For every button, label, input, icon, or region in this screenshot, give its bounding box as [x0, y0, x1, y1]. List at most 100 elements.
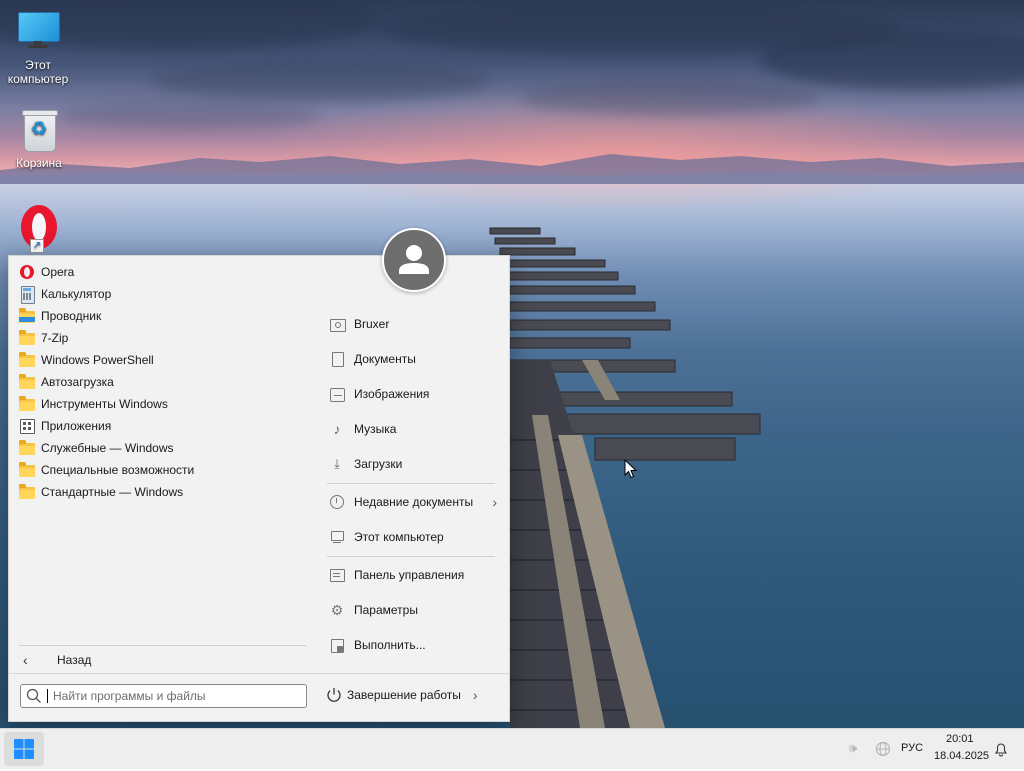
- program-item-7zip[interactable]: 7-Zip: [19, 327, 309, 349]
- cloud: [520, 80, 820, 116]
- program-label: Opera: [41, 265, 75, 279]
- folder-icon: [19, 330, 35, 346]
- desktop-icon-recycle-bin[interactable]: ♻ Корзина: [1, 108, 77, 170]
- document-icon: [329, 351, 345, 367]
- chevron-right-icon: ›: [472, 687, 478, 703]
- program-item-opera[interactable]: Opera: [19, 261, 309, 283]
- program-label: Проводник: [41, 309, 102, 323]
- back-label: Назад: [57, 653, 92, 667]
- cloud: [150, 60, 490, 100]
- recent-icon: [329, 494, 345, 510]
- place-item-this-pc[interactable]: Этот компьютер: [327, 524, 497, 550]
- program-label: Служебные — Windows: [41, 441, 174, 455]
- program-label: Специальные возможности: [41, 463, 195, 477]
- volume-icon[interactable]: 🕪: [849, 740, 857, 756]
- cloud: [60, 100, 320, 130]
- shutdown-label: Завершение работы: [347, 688, 461, 702]
- place-item-pictures[interactable]: Изображения: [327, 381, 497, 407]
- place-label: Недавние документы: [354, 495, 474, 509]
- apps-icon: [19, 418, 35, 434]
- start-button[interactable]: [4, 732, 44, 766]
- search-placeholder: Найти программы и файлы: [53, 689, 206, 703]
- program-item-explorer[interactable]: Проводник: [19, 305, 309, 327]
- place-label: Документы: [354, 352, 416, 366]
- place-label: Изображения: [354, 387, 430, 401]
- place-label: Выполнить...: [354, 638, 426, 652]
- calculator-icon: [19, 286, 35, 304]
- folder-icon: [19, 440, 35, 456]
- clock-time[interactable]: 20:01: [946, 733, 974, 745]
- program-label: 7-Zip: [41, 331, 69, 345]
- desktop-icon-this-pc[interactable]: Этот компьютер: [0, 10, 76, 86]
- mouse-cursor-icon: [624, 459, 638, 479]
- place-item-control-panel[interactable]: Панель управления: [327, 562, 497, 588]
- place-item-downloads[interactable]: ⤓ Загрузки: [327, 451, 497, 477]
- program-item-system-tools[interactable]: Служебные — Windows: [19, 437, 309, 459]
- clock-date[interactable]: 18.04.2025: [934, 750, 989, 762]
- place-label: Загрузки: [354, 457, 403, 471]
- download-icon: ⤓: [334, 456, 340, 471]
- language-indicator[interactable]: РУС: [901, 742, 923, 754]
- computer-icon: [329, 529, 345, 545]
- place-item-run[interactable]: Выполнить...: [327, 632, 497, 658]
- power-icon: [327, 688, 341, 702]
- program-item-calculator[interactable]: Калькулятор: [19, 283, 309, 305]
- place-label: Музыка: [354, 422, 397, 436]
- folder-icon: [19, 352, 35, 368]
- program-item-powershell[interactable]: Windows PowerShell: [19, 349, 309, 371]
- desktop-icon-opera[interactable]: ↗: [1, 205, 77, 253]
- desktop-icon-label: Корзина: [16, 156, 62, 170]
- program-item-accessories[interactable]: Стандартные — Windows: [19, 481, 309, 503]
- network-icon[interactable]: [875, 741, 891, 757]
- divider: [19, 645, 306, 646]
- place-label: Параметры: [354, 603, 418, 617]
- back-button[interactable]: ‹ Назад: [23, 650, 91, 670]
- taskbar: 🕪 РУС 20:01 18.04.2025: [0, 728, 1024, 769]
- recycle-bin-icon: ♻: [17, 108, 61, 152]
- start-menu: Opera Калькулятор Проводник 7-Zip Window…: [8, 228, 510, 722]
- user-folder-icon: [329, 316, 346, 332]
- notification-bell-icon[interactable]: [993, 741, 1009, 757]
- chevron-left-icon: ‹: [23, 652, 28, 668]
- shortcut-arrow-icon: ↗: [30, 239, 44, 253]
- shutdown-button[interactable]: Завершение работы ›: [325, 684, 478, 706]
- monitor-icon: [16, 10, 60, 54]
- settings-icon: ⚙: [330, 602, 344, 618]
- place-label: Панель управления: [354, 568, 465, 582]
- folder-icon: [19, 396, 35, 412]
- program-label: Калькулятор: [41, 287, 112, 301]
- folder-icon: [19, 374, 35, 390]
- program-label: Стандартные — Windows: [41, 485, 184, 499]
- place-item-documents[interactable]: Документы: [327, 346, 497, 372]
- program-label: Инструменты Windows: [41, 397, 168, 411]
- image-icon: [329, 386, 345, 402]
- program-item-accessibility[interactable]: Специальные возможности: [19, 459, 309, 481]
- explorer-icon: [19, 308, 35, 324]
- music-icon: ♪: [333, 421, 341, 437]
- program-label: Автозагрузка: [41, 375, 114, 389]
- folder-icon: [19, 484, 35, 500]
- search-icon: [26, 688, 41, 703]
- run-icon: [329, 637, 345, 653]
- place-item-recent-documents[interactable]: Недавние документы ›: [327, 489, 497, 515]
- text-caret: [47, 689, 48, 703]
- programs-pane: Opera Калькулятор Проводник 7-Zip Window…: [9, 256, 314, 668]
- search-input[interactable]: Найти программы и файлы: [20, 684, 307, 708]
- places-pane: Bruxer Документы Изображения ♪ Музыка ⤓ …: [327, 256, 497, 666]
- place-item-settings[interactable]: ⚙ Параметры: [327, 597, 497, 623]
- program-item-apps[interactable]: Приложения: [19, 415, 309, 437]
- divider: [327, 556, 495, 557]
- divider: [327, 483, 495, 484]
- chevron-right-icon: ›: [492, 494, 497, 510]
- place-item-music[interactable]: ♪ Музыка: [327, 416, 497, 442]
- program-item-startup[interactable]: Автозагрузка: [19, 371, 309, 393]
- desktop-icon-label: компьютер: [7, 72, 69, 86]
- mountains: [0, 154, 1024, 184]
- place-item-user-folder[interactable]: Bruxer: [327, 311, 497, 337]
- windows-logo-icon: [14, 739, 34, 759]
- place-label: Bruxer: [354, 317, 390, 331]
- folder-icon: [19, 462, 35, 478]
- program-item-windows-tools[interactable]: Инструменты Windows: [19, 393, 309, 415]
- desktop-icon-label: Этот: [25, 58, 51, 72]
- place-label: Этот компьютер: [354, 530, 444, 544]
